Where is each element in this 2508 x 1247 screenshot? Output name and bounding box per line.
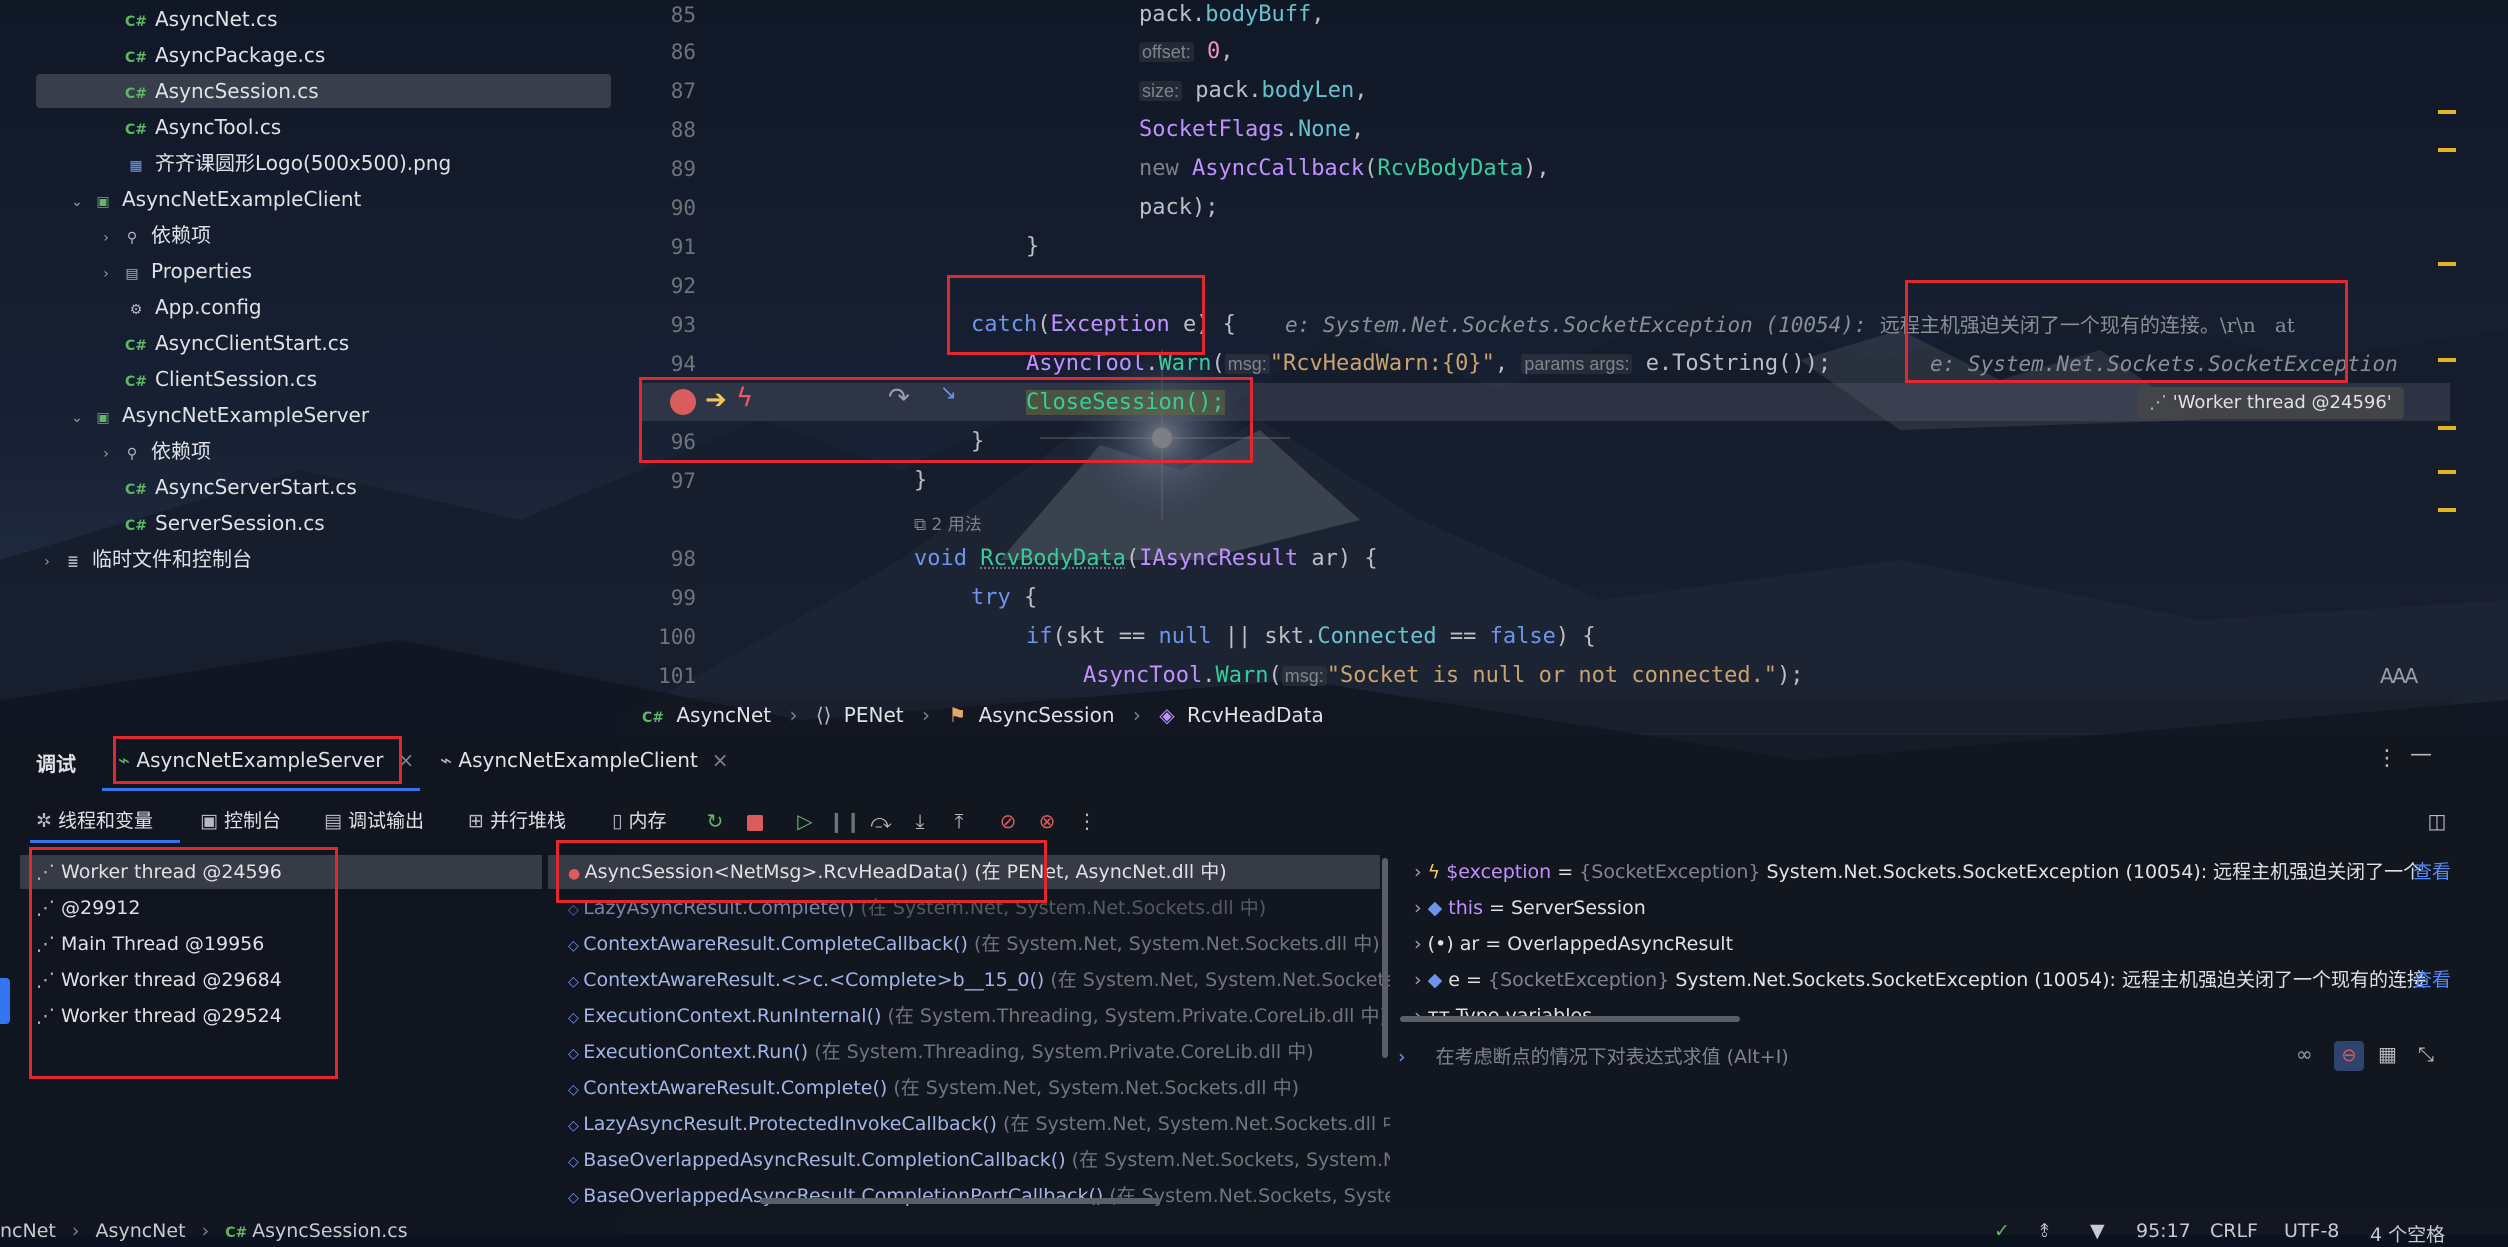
scroll-marker	[2438, 148, 2456, 152]
breadcrumb-item[interactable]: ncNet	[0, 1220, 56, 1242]
variable-row[interactable]: › (•) ar = OverlappedAsyncResult	[1414, 927, 1733, 961]
view-link[interactable]: 查看	[2413, 855, 2451, 889]
indent-setting[interactable]: 4 个空格	[2370, 1220, 2445, 1247]
stack-frame[interactable]: ◇ ExecutionContext.RunInternal() (在 Syst…	[568, 999, 1387, 1033]
font-size-icon[interactable]: AAA	[2380, 664, 2416, 688]
chevron-right-icon: ›	[1398, 1046, 1406, 1068]
stack-frame[interactable]: ◇ LazyAsyncResult.ProtectedInvokeCallbac…	[568, 1107, 1390, 1141]
breadcrumb-item[interactable]: AsyncSession.cs	[252, 1220, 408, 1242]
highlight-box	[1905, 280, 2348, 383]
csharp-file-icon: C#	[225, 1225, 252, 1241]
highlight-box	[556, 840, 1047, 903]
minimize-icon[interactable]: —	[2410, 742, 2432, 767]
editor-scrollbar[interactable]	[2438, 0, 2456, 700]
highlight-box	[947, 275, 1205, 355]
vcs-icon[interactable]: ▼	[2090, 1220, 2105, 1242]
thread-tooltip: ⋰ 'Worker thread @24596'	[2137, 387, 2404, 419]
frame-icon: ◇	[568, 1046, 583, 1062]
caret-position[interactable]: 95:17	[2136, 1220, 2191, 1242]
variables-hscrollbar[interactable]	[1400, 1016, 1740, 1022]
file-encoding[interactable]: UTF-8	[2284, 1220, 2339, 1242]
chevron-right-icon[interactable]: ›	[1414, 861, 1428, 883]
more-options-icon[interactable]: ⋮	[2376, 746, 2398, 771]
param-hint: params args:	[1521, 354, 1632, 374]
scroll-marker	[2438, 426, 2456, 430]
stack-frame[interactable]: ◇ ContextAwareResult.Complete() (在 Syste…	[568, 1071, 1299, 1105]
chevron-right-icon[interactable]: ›	[1414, 933, 1428, 955]
frames-scrollbar[interactable]	[1382, 858, 1388, 1058]
chevron-right-icon[interactable]: ›	[1414, 969, 1428, 991]
variable-row[interactable]: › ϟ $exception = {SocketException} Syste…	[1414, 855, 2422, 889]
stack-frame[interactable]: ◇ BaseOverlappedAsyncResult.CompletionPo…	[568, 1179, 1390, 1213]
variable-row[interactable]: › ◆ this = ServerSession	[1414, 891, 1646, 925]
filter-icon[interactable]: ⊖	[2334, 1041, 2364, 1071]
parameter-icon: (•)	[1428, 933, 1460, 955]
stack-frame[interactable]: ◇ ContextAwareResult.<>c.<Complete>b__15…	[568, 963, 1390, 997]
highlight-box	[113, 736, 402, 784]
frame-icon: ◇	[568, 1082, 583, 1098]
frame-icon: ◇	[568, 1190, 583, 1206]
view-link[interactable]: 查看	[2413, 963, 2451, 997]
frame-icon: ◇	[568, 974, 583, 990]
status-breadcrumb: ncNet › AsyncNet › C# AsyncSession.cs	[0, 1220, 408, 1242]
field-icon: ◆	[1428, 969, 1449, 991]
variable-row[interactable]: › ◆ e = {SocketException} System.Net.Soc…	[1414, 963, 2426, 997]
scroll-marker	[2438, 262, 2456, 266]
frame-icon: ◇	[568, 938, 583, 954]
stack-frame[interactable]: ◇ BaseOverlappedAsyncResult.CompletionCa…	[568, 1143, 1390, 1177]
chevron-right-icon: ›	[202, 1220, 210, 1242]
frame-icon: ◇	[568, 1010, 583, 1026]
frame-icon: ◇	[568, 902, 583, 918]
frame-icon: ◇	[568, 1154, 583, 1170]
scroll-marker	[2438, 470, 2456, 474]
line-separator[interactable]: CRLF	[2210, 1220, 2258, 1242]
thread-icon: ⋰	[2149, 392, 2173, 413]
ai-icon[interactable]: ⥉	[2040, 1220, 2049, 1242]
expand-icon[interactable]: ⤡	[2418, 1042, 2434, 1066]
scroll-marker	[2438, 358, 2456, 362]
glasses-icon[interactable]: ∞	[2296, 1042, 2313, 1066]
chevron-right-icon[interactable]: ›	[1414, 897, 1428, 919]
layout-icon[interactable]: ◫	[2422, 806, 2452, 836]
evaluate-expression-input[interactable]: › 在考虑断点的情况下对表达式求值 (Alt+I)	[1390, 1040, 2330, 1074]
calculator-icon[interactable]: ▦	[2378, 1042, 2397, 1066]
highlight-box	[29, 847, 338, 1079]
breadcrumb-item[interactable]: AsyncNet	[96, 1220, 186, 1242]
stack-frame[interactable]: ◇ ExecutionContext.Run() (在 System.Threa…	[568, 1035, 1314, 1069]
chevron-right-icon: ›	[72, 1220, 80, 1242]
frames-hscrollbar[interactable]	[760, 1198, 1160, 1204]
exception-icon: ϟ	[1428, 861, 1447, 883]
stack-frame[interactable]: ◇ ContextAwareResult.CompleteCallback() …	[568, 927, 1380, 961]
field-icon: ◆	[1428, 897, 1449, 919]
variables-panel: › ϟ $exception = {SocketException} Syste…	[1390, 850, 2450, 1020]
scroll-marker	[2438, 110, 2456, 114]
scroll-marker	[2438, 508, 2456, 512]
check-icon[interactable]: ✓	[1994, 1220, 2010, 1242]
frame-icon: ◇	[568, 1118, 583, 1134]
highlight-box	[639, 377, 1253, 463]
